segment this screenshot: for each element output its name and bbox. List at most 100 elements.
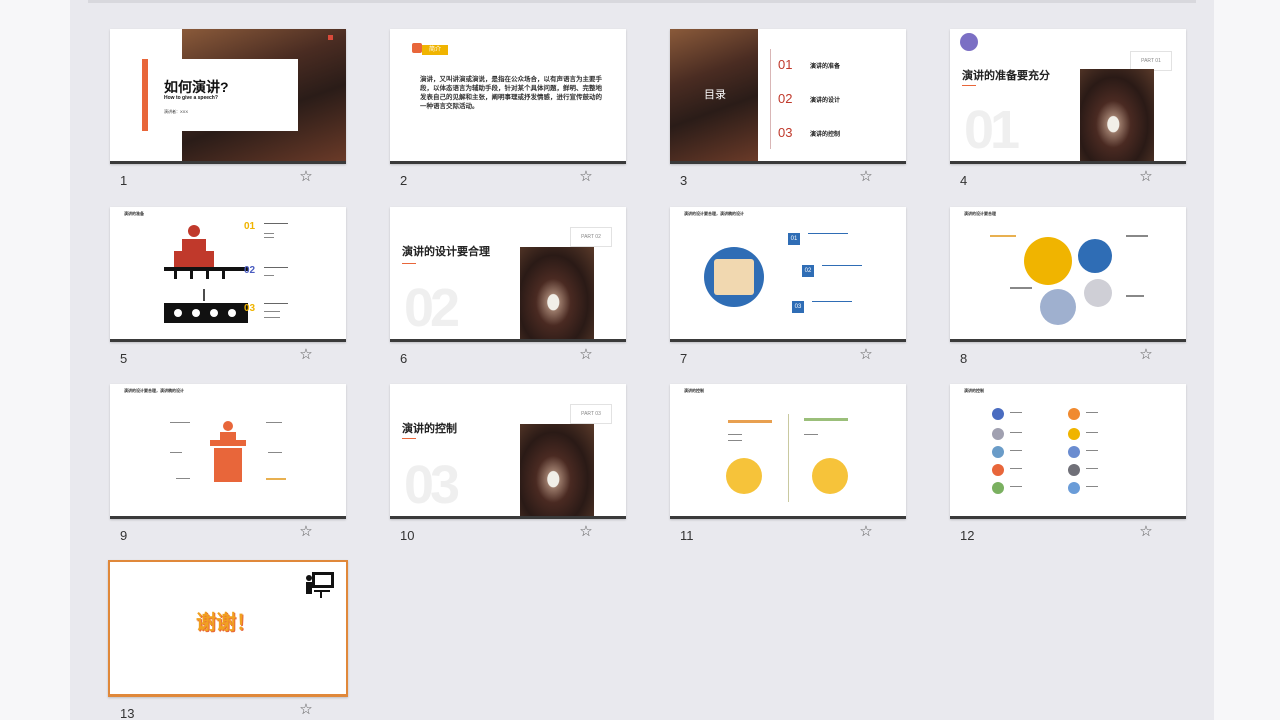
- presenter-icon: [210, 421, 246, 482]
- star-icon[interactable]: ☆: [298, 524, 314, 540]
- slide-number: 10: [400, 528, 415, 543]
- slide-thumbnail-5[interactable]: 演讲的准备 01 02 03: [110, 207, 346, 342]
- text-line: [728, 420, 772, 423]
- part-label: PART 01: [1130, 51, 1172, 71]
- text-line: [266, 478, 286, 480]
- slide-number: 6: [400, 351, 408, 366]
- text-line: [728, 434, 742, 435]
- star-icon[interactable]: ☆: [858, 169, 874, 185]
- slide-tile-8[interactable]: 演讲的设计要合理 8 ☆: [950, 207, 1188, 367]
- slide-number: 1: [120, 173, 128, 188]
- slide-thumbnail-6[interactable]: 演讲的设计要合理 PART 02 02: [390, 207, 626, 342]
- slide-tile-9[interactable]: 演讲的设计要合理，演讲稿的设计 9 ☆: [110, 384, 348, 544]
- slide-thumbnail-13[interactable]: 谢谢！: [108, 560, 348, 697]
- section-title: 演讲的准备要充分: [962, 70, 1050, 82]
- toc-divider: [770, 49, 771, 149]
- gear-icon: [1084, 279, 1112, 307]
- slide-thumbnail-3[interactable]: 目录 01 演讲的准备 02 演讲的设计 03 演讲的控制: [670, 29, 906, 164]
- slide-header: 演讲的控制: [964, 388, 984, 393]
- toc-label-3: 演讲的控制: [810, 132, 841, 138]
- presenter-label: 演讲者：XXX: [164, 109, 189, 114]
- star-icon[interactable]: ☆: [578, 169, 594, 185]
- slide-tile-13[interactable]: 谢谢！ 13 ☆: [108, 560, 348, 720]
- item-num-3: 03: [244, 303, 256, 314]
- text-line: [264, 267, 288, 268]
- star-icon[interactable]: ☆: [298, 169, 314, 185]
- slide-thumbnail-8[interactable]: 演讲的设计要合理: [950, 207, 1186, 342]
- text-line: [1010, 412, 1022, 413]
- slide-header: 演讲的设计要合理: [964, 211, 996, 216]
- slide-thumbnail-11[interactable]: 演讲的控制: [670, 384, 906, 519]
- big-section-number: 03: [404, 455, 460, 515]
- star-icon[interactable]: ☆: [298, 702, 314, 718]
- star-icon[interactable]: ☆: [1138, 169, 1154, 185]
- nerd-emoji-icon: [726, 458, 762, 494]
- big-section-number: 02: [404, 278, 460, 338]
- star-icon[interactable]: ☆: [858, 524, 874, 540]
- slide-thumbnail-10[interactable]: 演讲的控制 PART 03 03: [390, 384, 626, 519]
- slide-tile-5[interactable]: 演讲的准备 01 02 03 5 ☆: [110, 207, 348, 367]
- slide-header: 演讲的设计要合理，演讲稿的设计: [684, 211, 744, 216]
- intro-body: 演讲，又叫讲演或演说，是指在公众场合，以有声语言为主要手段，以体态语言为辅助手段…: [420, 76, 602, 110]
- slide-tile-1[interactable]: 如何演讲? How to give a speech? 演讲者：XXX 1 ☆: [110, 29, 348, 189]
- text-line: [1086, 450, 1098, 451]
- slide-number: 4: [960, 173, 968, 188]
- item-num-2: 02: [244, 265, 256, 276]
- text-line: [822, 265, 862, 266]
- slide-tile-10[interactable]: 演讲的控制 PART 03 03 10 ☆: [390, 384, 628, 544]
- slide-header: 演讲的准备: [124, 211, 144, 216]
- slide-thumbnail-7[interactable]: 演讲的设计要合理，演讲稿的设计 01 02 03: [670, 207, 906, 342]
- slide-thumbnail-2[interactable]: 简介 演讲，又叫讲演或演说，是指在公众场合，以有声语言为主要手段，以体态语言为辅…: [390, 29, 626, 164]
- slide-thumbnail-9[interactable]: 演讲的设计要合理，演讲稿的设计: [110, 384, 346, 519]
- slide-number: 7: [680, 351, 688, 366]
- text-line: [728, 440, 742, 441]
- item-num-2: 02: [802, 265, 814, 277]
- gear-icon: [1024, 237, 1072, 285]
- slide-tile-12[interactable]: 演讲的控制 12 ☆: [950, 384, 1188, 544]
- slide-tile-6[interactable]: 演讲的设计要合理 PART 02 02 6 ☆: [390, 207, 628, 367]
- star-icon[interactable]: ☆: [578, 347, 594, 363]
- title-underline: [962, 85, 976, 86]
- slide-tile-2[interactable]: 简介 演讲，又叫讲演或演说，是指在公众场合，以有声语言为主要手段，以体态语言为辅…: [390, 29, 628, 189]
- arch-photo: [520, 424, 594, 516]
- text-line: [1086, 432, 1098, 433]
- text-line: [266, 422, 282, 423]
- text-line: [264, 275, 274, 276]
- slide-thumbnail-1[interactable]: 如何演讲? How to give a speech? 演讲者：XXX: [110, 29, 346, 164]
- slide-tile-7[interactable]: 演讲的设计要合理，演讲稿的设计 01 02 03 7 ☆: [670, 207, 908, 367]
- slide-tile-11[interactable]: 演讲的控制 11 ☆: [670, 384, 908, 544]
- part-label: PART 03: [570, 404, 612, 424]
- text-line: [804, 418, 848, 421]
- slide-thumbnail-12[interactable]: 演讲的控制: [950, 384, 1186, 519]
- accent-bar: [142, 59, 148, 131]
- slide-header: 演讲的设计要合理，演讲稿的设计: [124, 388, 184, 393]
- gear-icon: [1040, 289, 1076, 325]
- slide-tile-4[interactable]: 演讲的准备要充分 PART 01 01 4 ☆: [950, 29, 1188, 189]
- list-bullet: [992, 464, 1004, 476]
- text-line: [264, 303, 288, 304]
- slide-title: 如何演讲?: [164, 79, 229, 95]
- star-icon[interactable]: ☆: [1138, 524, 1154, 540]
- star-icon[interactable]: ☆: [298, 347, 314, 363]
- slide-sorter[interactable]: 如何演讲? How to give a speech? 演讲者：XXX 1 ☆ …: [70, 0, 1214, 720]
- slide-tile-3[interactable]: 目录 01 演讲的准备 02 演讲的设计 03 演讲的控制 3 ☆: [670, 29, 908, 189]
- text-line: [812, 301, 852, 302]
- text-line: [170, 452, 182, 453]
- toc-label-2: 演讲的设计: [810, 98, 841, 104]
- star-icon[interactable]: ☆: [858, 347, 874, 363]
- big-section-number: 01: [964, 100, 1020, 160]
- slide-thumbnail-4[interactable]: 演讲的准备要充分 PART 01 01: [950, 29, 1186, 164]
- text-line: [1010, 287, 1032, 289]
- slide-number: 8: [960, 351, 968, 366]
- intro-badge: 简介: [422, 45, 448, 55]
- item-num-1: 01: [788, 233, 800, 245]
- star-icon[interactable]: ☆: [578, 524, 594, 540]
- arch-photo: [1080, 69, 1154, 161]
- slide-number: 13: [120, 706, 135, 720]
- text-line: [176, 478, 190, 479]
- list-bullet: [1068, 446, 1080, 458]
- text-line: [264, 237, 274, 238]
- star-icon[interactable]: ☆: [1138, 347, 1154, 363]
- slide-number: 3: [680, 173, 688, 188]
- title-underline: [402, 438, 416, 439]
